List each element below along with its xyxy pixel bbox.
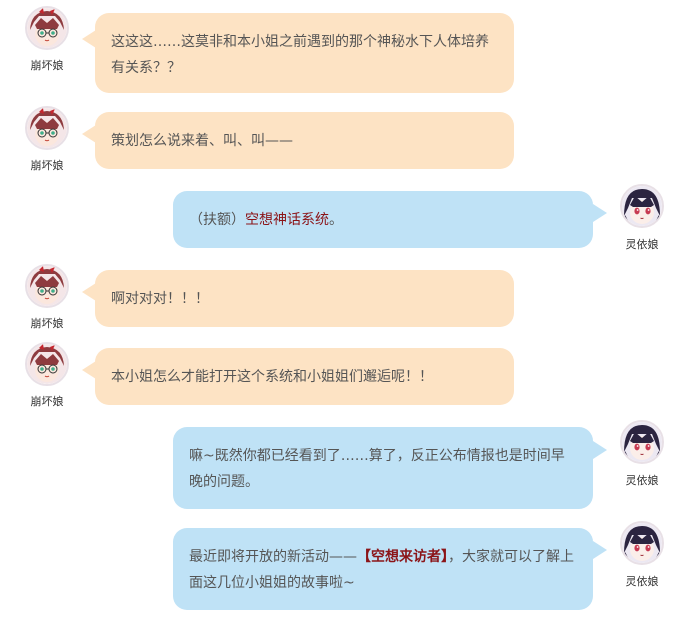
message-text-prefix: 最近即将开放的新活动——	[189, 549, 357, 565]
message-bubble: 本小姐怎么才能打开这个系统和小姐姐们邂逅呢！！	[95, 348, 514, 405]
highlight-event-name: 【空想来访者】	[357, 549, 448, 565]
avatar-honkai-image	[27, 108, 67, 148]
message-bubble: （扶额）空想神话系统。	[173, 191, 593, 248]
avatar-lingyi-image	[622, 422, 662, 462]
message-text: 这这这……这莫非和本小姐之前遇到的那个神秘水下人体培养有关系？？	[111, 34, 489, 76]
message-bubble: 啊对对对！！！	[95, 270, 514, 327]
speaker-name: 灵依娘	[625, 575, 659, 588]
avatar-honkai[interactable]	[25, 106, 69, 150]
speaker-name: 崩坏娘	[30, 59, 64, 72]
bubble-tail	[593, 204, 607, 222]
avatar-honkai[interactable]	[25, 342, 69, 386]
avatar-honkai-image	[27, 8, 67, 48]
message-text: 啊对对对！！！	[111, 291, 209, 307]
bubble-tail	[593, 541, 607, 559]
bubble-tail	[82, 125, 96, 143]
message-bubble: 嘛~既然你都已经看到了……算了，反正公布情报也是时间早晚的问题。	[173, 427, 593, 509]
speaker-name: 灵依娘	[625, 238, 659, 251]
highlight-system-name: 空想神话系统	[245, 212, 329, 228]
bubble-tail	[82, 361, 96, 379]
message-text-prefix: （扶额）	[189, 212, 245, 228]
message-text: 本小姐怎么才能打开这个系统和小姐姐们邂逅呢！！	[111, 369, 433, 385]
avatar-honkai-image	[27, 266, 67, 306]
avatar-lingyi[interactable]	[620, 184, 664, 228]
avatar-honkai[interactable]	[25, 6, 69, 50]
speaker-name: 灵依娘	[625, 474, 659, 487]
bubble-tail	[82, 283, 96, 301]
message-text: 策划怎么说来着、叫、叫——	[111, 133, 293, 149]
bubble-tail	[593, 441, 607, 459]
speaker-name: 崩坏娘	[30, 317, 64, 330]
avatar-lingyi[interactable]	[620, 521, 664, 565]
avatar-lingyi-image	[622, 186, 662, 226]
message-bubble: 最近即将开放的新活动——【空想来访者】，大家就可以了解上面这几位小姐姐的故事啦~	[173, 528, 593, 610]
message-bubble: 策划怎么说来着、叫、叫——	[95, 112, 514, 169]
message-text: 嘛~既然你都已经看到了……算了，反正公布情报也是时间早晚的问题。	[189, 448, 565, 490]
speaker-name: 崩坏娘	[30, 395, 64, 408]
avatar-lingyi[interactable]	[620, 420, 664, 464]
avatar-honkai-image	[27, 344, 67, 384]
bubble-tail	[82, 30, 96, 48]
speaker-name: 崩坏娘	[30, 159, 64, 172]
avatar-lingyi-image	[622, 523, 662, 563]
message-bubble: 这这这……这莫非和本小姐之前遇到的那个神秘水下人体培养有关系？？	[95, 13, 514, 93]
avatar-honkai[interactable]	[25, 264, 69, 308]
message-text-suffix: 。	[329, 212, 343, 228]
